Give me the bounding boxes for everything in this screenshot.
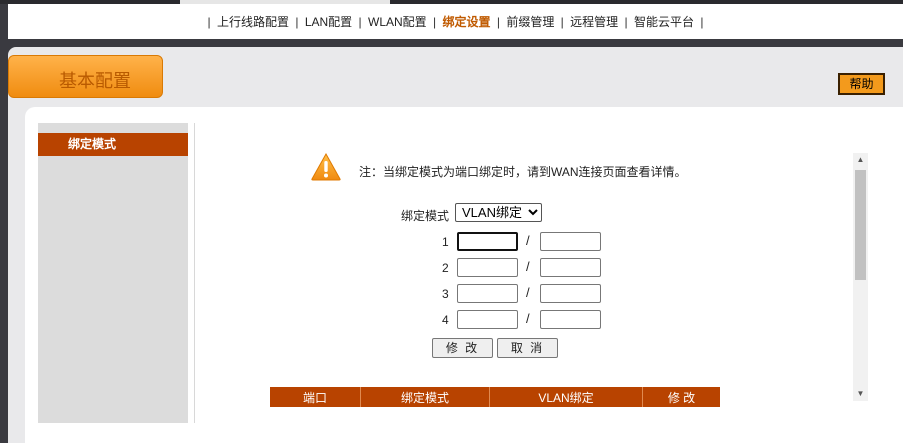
- row-3-left-input[interactable]: [457, 284, 518, 303]
- nav-item-cloud[interactable]: 智能云平台: [634, 15, 694, 29]
- nav-line: | 上行线路配置 | LAN配置 | WLAN配置 | 绑定设置 | 前缀管理 …: [8, 13, 903, 30]
- row-slash: /: [526, 233, 530, 248]
- nav-item-prefix[interactable]: 前缀管理: [506, 15, 554, 29]
- row-number: 2: [442, 261, 449, 275]
- binding-mode-select[interactable]: VLAN绑定: [455, 203, 542, 222]
- column-header-vlan-binding: VLAN绑定: [490, 387, 643, 407]
- nav-separator: |: [700, 15, 704, 29]
- scroll-thumb[interactable]: [855, 170, 866, 280]
- row-number: 3: [442, 287, 449, 301]
- nav-item-uplink[interactable]: 上行线路配置: [217, 15, 289, 29]
- row-3-right-input[interactable]: [540, 284, 601, 303]
- nav-item-lan[interactable]: LAN配置: [305, 15, 352, 29]
- sidebar-item-binding-mode[interactable]: 绑定模式: [38, 133, 188, 156]
- row-number: 4: [442, 313, 449, 327]
- vertical-scrollbar[interactable]: ▲ ▼: [853, 153, 868, 401]
- nav-item-wlan[interactable]: WLAN配置: [368, 15, 427, 29]
- section-title: 基本配置: [59, 71, 131, 92]
- row-slash: /: [526, 311, 530, 326]
- column-header-port: 端口: [270, 387, 361, 407]
- nav-divider: [0, 39, 903, 47]
- row-1-right-input[interactable]: [540, 232, 601, 251]
- warning-icon: [311, 153, 341, 181]
- row-2-left-input[interactable]: [457, 258, 518, 277]
- nav-separator: |: [358, 15, 362, 29]
- nav-item-remote[interactable]: 远程管理: [570, 15, 618, 29]
- nav-separator: |: [560, 15, 564, 29]
- nav-item-binding[interactable]: 绑定设置: [442, 15, 490, 29]
- modify-button[interactable]: 修 改: [432, 338, 493, 358]
- sidebar: 绑定模式: [38, 123, 188, 423]
- help-button[interactable]: 帮助: [838, 73, 885, 95]
- section-tab: 基本配置: [8, 55, 163, 98]
- row-number: 1: [442, 235, 449, 249]
- column-header-binding-mode: 绑定模式: [361, 387, 490, 407]
- binding-note: 注：当绑定模式为端口绑定时，请到WAN连接页面查看详情。: [359, 165, 687, 179]
- binding-mode-label: 绑定模式: [401, 209, 450, 223]
- nav-separator: |: [295, 15, 299, 29]
- row-slash: /: [526, 259, 530, 274]
- row-4-right-input[interactable]: [540, 310, 601, 329]
- nav-separator: |: [433, 15, 437, 29]
- top-nav: | 上行线路配置 | LAN配置 | WLAN配置 | 绑定设置 | 前缀管理 …: [8, 4, 903, 39]
- row-slash: /: [526, 285, 530, 300]
- cancel-button[interactable]: 取 消: [497, 338, 558, 358]
- scroll-up-arrow-icon[interactable]: ▲: [853, 153, 868, 167]
- binding-table-header: 端口 绑定模式 VLAN绑定 修 改: [270, 387, 720, 407]
- nav-separator: |: [207, 15, 211, 29]
- row-4-left-input[interactable]: [457, 310, 518, 329]
- row-1-left-input[interactable]: [457, 232, 518, 251]
- nav-separator: |: [624, 15, 628, 29]
- row-2-right-input[interactable]: [540, 258, 601, 277]
- column-header-modify: 修 改: [667, 391, 696, 405]
- nav-separator: |: [496, 15, 500, 29]
- sidebar-divider: [194, 123, 195, 423]
- scroll-down-arrow-icon[interactable]: ▼: [853, 387, 868, 401]
